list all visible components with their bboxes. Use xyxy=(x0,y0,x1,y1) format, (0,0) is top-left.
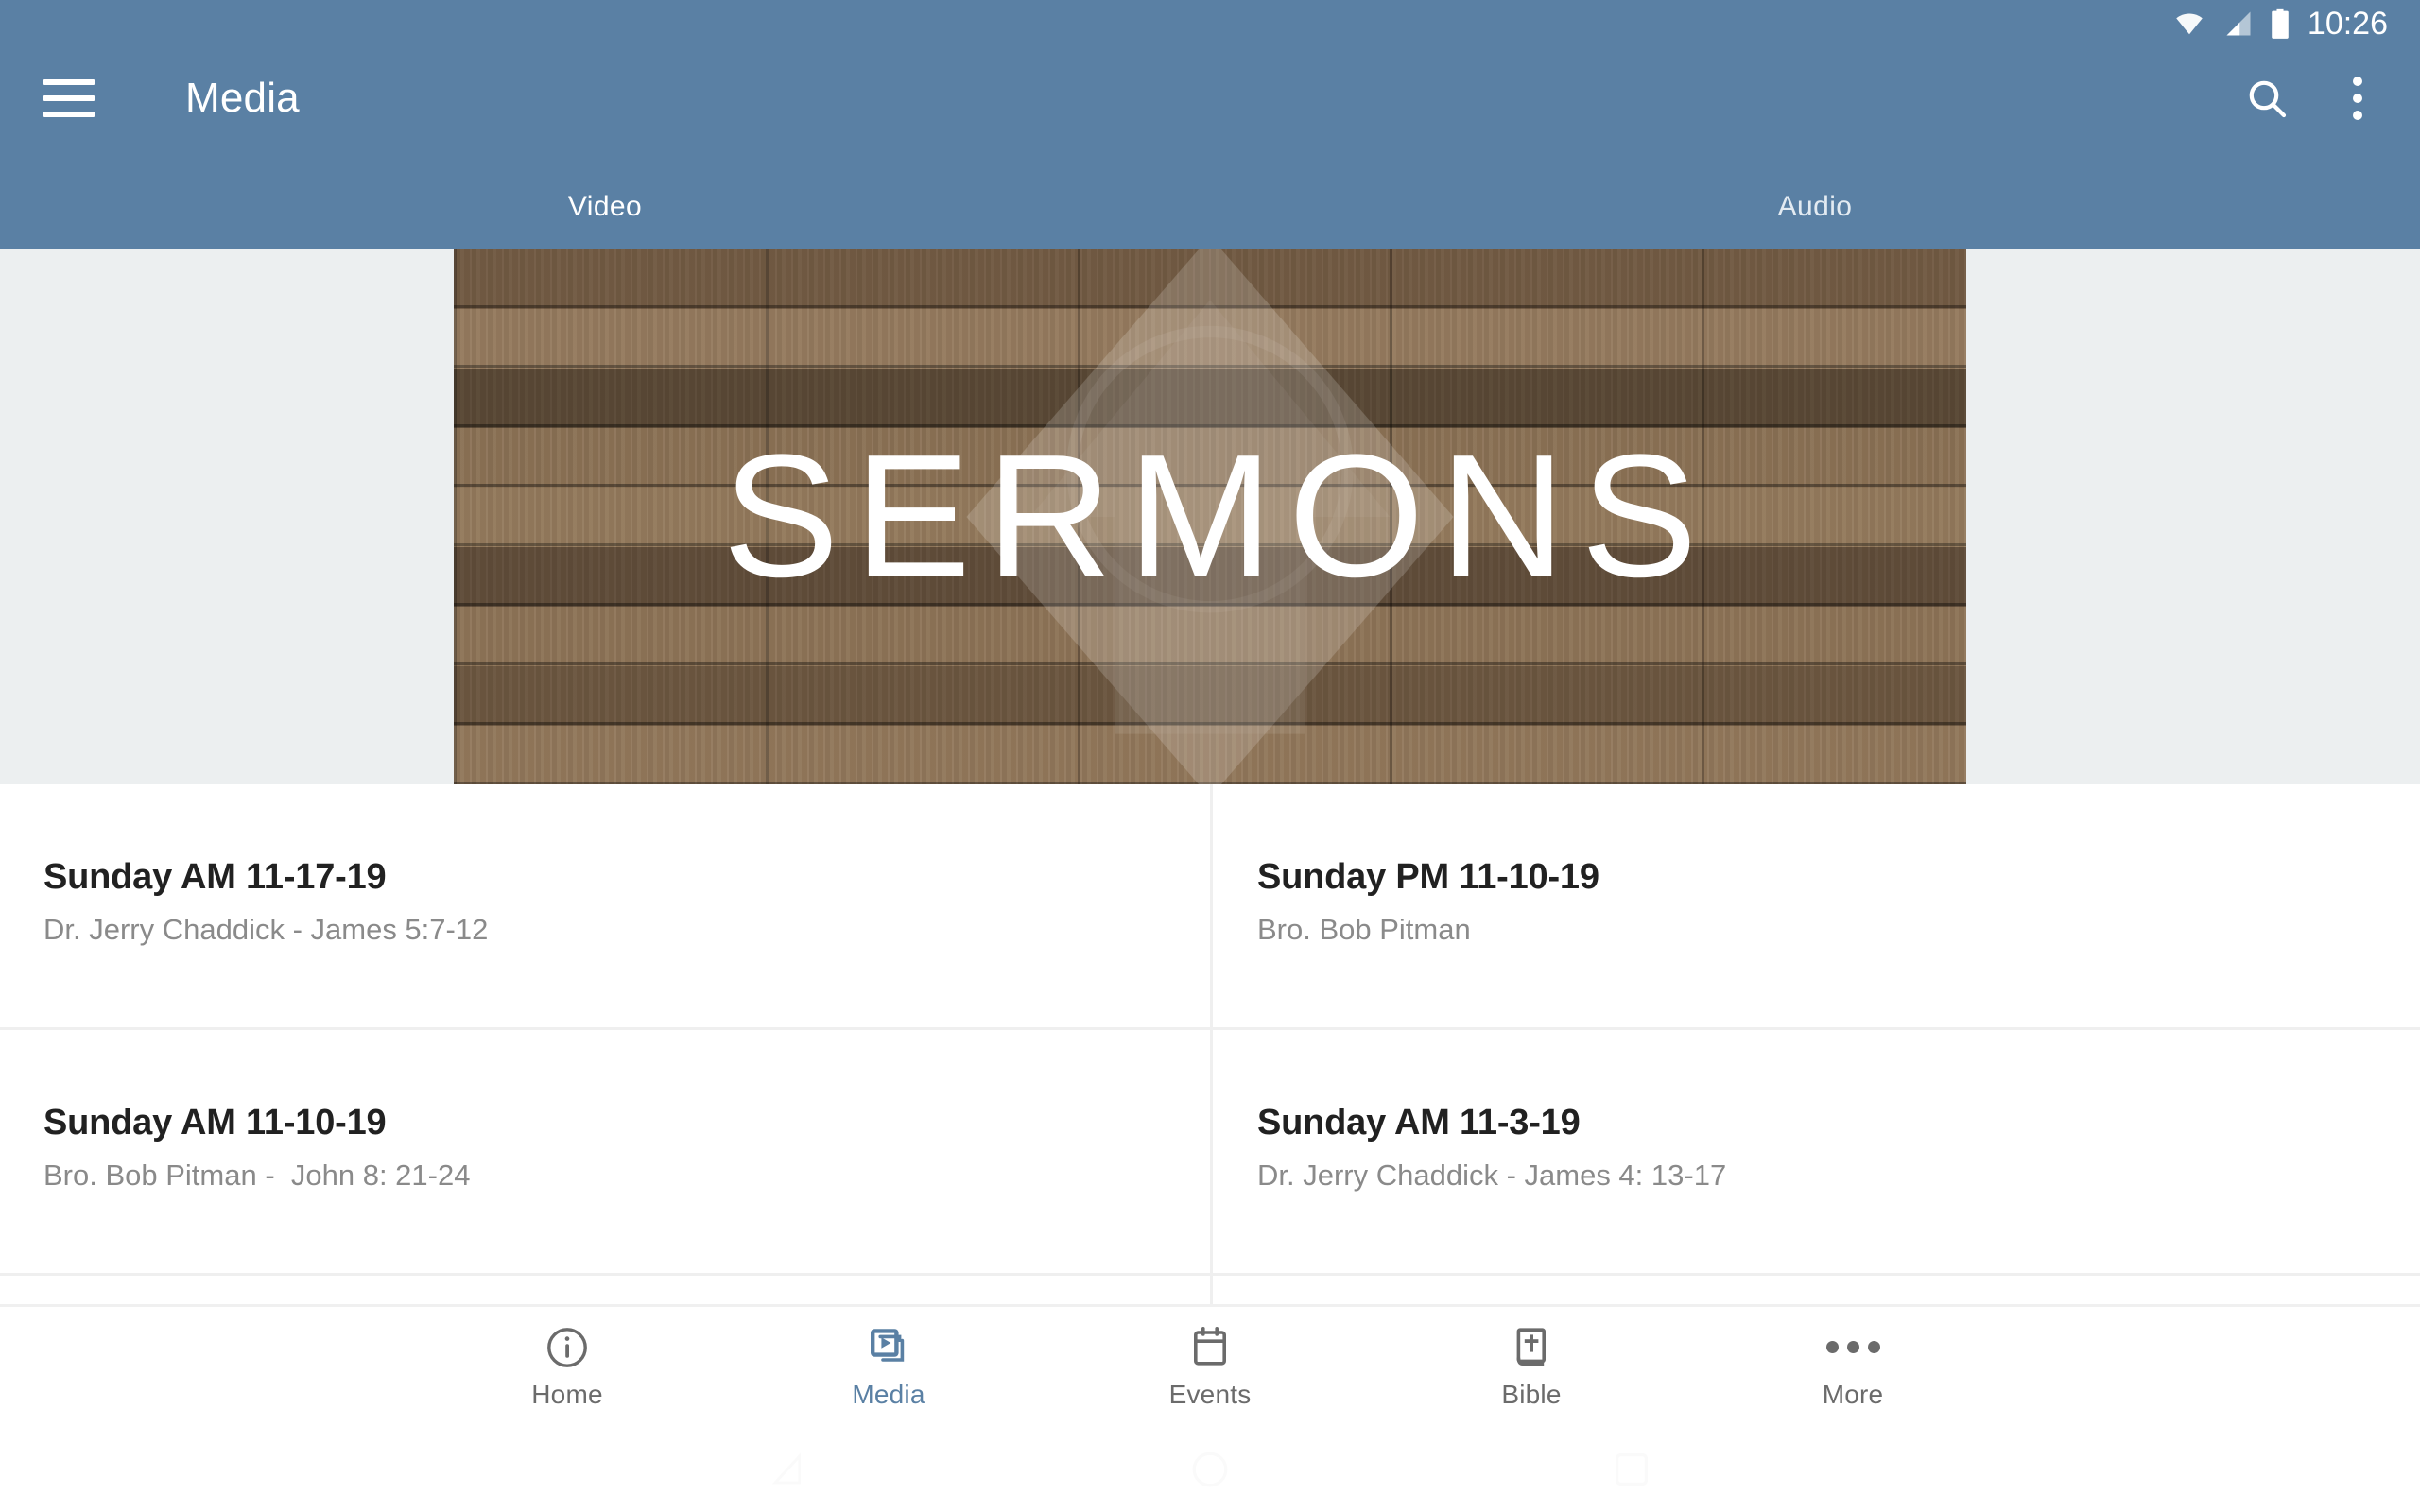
bottom-navigation-bar: Home Media Events Bible More xyxy=(0,1304,2420,1427)
status-bar-clock: 10:26 xyxy=(2307,5,2388,42)
tab-video[interactable]: Video xyxy=(0,149,1210,249)
table-row: Sunday AM 11-10-19 Bro. Bob Pitman - Joh… xyxy=(0,1030,2420,1276)
status-icon-group xyxy=(2171,8,2290,40)
nav-item-media[interactable]: Media xyxy=(728,1325,1049,1410)
nav-label: Home xyxy=(531,1379,603,1409)
video-stack-icon xyxy=(870,1328,905,1362)
info-circle-icon xyxy=(547,1327,587,1367)
hamburger-bar xyxy=(43,95,95,101)
search-icon[interactable] xyxy=(2244,76,2290,121)
sermons-banner[interactable]: SERMONS xyxy=(454,249,1966,784)
hamburger-bar xyxy=(43,112,95,117)
nav-label: Media xyxy=(852,1379,925,1409)
nav-label: Bible xyxy=(1501,1379,1562,1409)
list-item-title: Sunday AM 11-3-19 xyxy=(1257,1103,1581,1143)
list-item-subtitle: Dr. Jerry Chaddick - James 5:7-12 xyxy=(43,912,489,946)
status-bar: 10:26 xyxy=(0,0,2420,47)
sermon-list: Sunday AM 11-17-19 Dr. Jerry Chaddick - … xyxy=(0,784,2420,1349)
nav-label: More xyxy=(1822,1379,1884,1409)
app-bar-actions xyxy=(2244,76,2420,121)
list-item-subtitle: Dr. Jerry Chaddick - James 4: 13-17 xyxy=(1257,1158,1727,1192)
tab-label: Video xyxy=(567,191,643,222)
nav-item-home[interactable]: Home xyxy=(406,1325,728,1410)
list-item-title: Sunday AM 11-10-19 xyxy=(43,1103,387,1143)
list-item[interactable]: Sunday AM 11-17-19 Dr. Jerry Chaddick - … xyxy=(0,784,1210,1027)
cellular-signal-icon xyxy=(2226,11,2251,36)
calendar-icon xyxy=(1194,1326,1226,1366)
nav-label: Events xyxy=(1168,1379,1252,1409)
tab-audio[interactable]: Audio xyxy=(1210,149,2420,249)
list-item[interactable]: Sunday AM 11-3-19 Dr. Jerry Chaddick - J… xyxy=(1210,1030,2420,1273)
back-triangle-icon[interactable] xyxy=(762,1443,815,1496)
battery-icon xyxy=(2272,8,2289,39)
more-dot xyxy=(1825,1341,1839,1353)
tab-label: Audio xyxy=(1777,191,1853,222)
nav-item-more[interactable]: More xyxy=(1692,1325,2014,1410)
list-item-title: Sunday AM 11-17-19 xyxy=(43,857,387,897)
page-title: Media xyxy=(185,75,300,121)
more-dot xyxy=(1867,1341,1880,1353)
list-item[interactable]: Sunday PM 11-10-19 Bro. Bob Pitman xyxy=(1210,784,2420,1027)
hamburger-bar xyxy=(43,79,95,85)
wifi-icon xyxy=(2176,13,2203,35)
banner-title: SERMONS xyxy=(722,419,1713,614)
hamburger-menu-icon[interactable] xyxy=(43,79,95,117)
list-item-title: Sunday PM 11-10-19 xyxy=(1257,857,1599,897)
banner-backdrop: SERMONS xyxy=(0,249,2420,784)
overflow-dot xyxy=(2353,111,2362,120)
list-item-subtitle: Bro. Bob Pitman - John 8: 21-24 xyxy=(43,1158,471,1192)
home-circle-icon[interactable] xyxy=(1184,1443,1236,1496)
nav-item-events[interactable]: Events xyxy=(1049,1325,1371,1410)
list-item-subtitle: Bro. Bob Pitman xyxy=(1257,912,1471,946)
tab-bar: Video Audio xyxy=(0,149,2420,249)
more-dot xyxy=(1846,1341,1859,1353)
overflow-menu-icon[interactable] xyxy=(2335,76,2380,121)
app-bar: Media xyxy=(0,47,2420,149)
nav-item-bible[interactable]: Bible xyxy=(1371,1325,1692,1410)
more-dots-icon xyxy=(1825,1325,1880,1370)
recents-square-icon[interactable] xyxy=(1605,1443,1658,1496)
list-item[interactable]: Sunday AM 11-10-19 Bro. Bob Pitman - Joh… xyxy=(0,1030,1210,1273)
overflow-dot xyxy=(2353,77,2362,86)
overflow-dot xyxy=(2353,94,2362,103)
android-system-navigation-bar xyxy=(0,1427,2420,1512)
bible-book-icon xyxy=(1516,1327,1546,1366)
table-row: Sunday AM 11-17-19 Dr. Jerry Chaddick - … xyxy=(0,784,2420,1030)
